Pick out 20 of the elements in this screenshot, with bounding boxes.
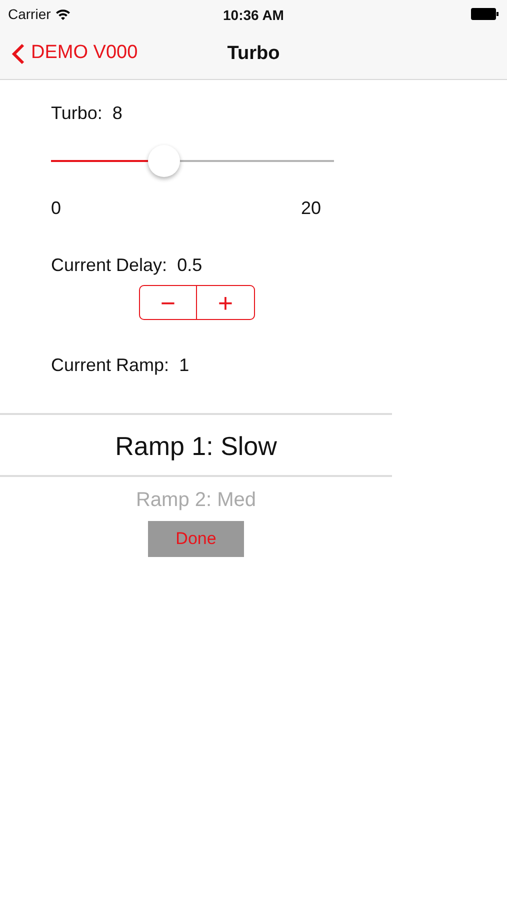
picker-option[interactable]: Ramp 2: Med bbox=[0, 477, 392, 515]
wifi-icon bbox=[54, 8, 71, 20]
delay-label: Current Delay: bbox=[51, 255, 168, 275]
delay-value: 0.5 bbox=[177, 255, 202, 275]
max-label: 20 bbox=[300, 197, 321, 220]
chevron-left-icon bbox=[12, 42, 25, 64]
ramp-label: Current Ramp: bbox=[51, 355, 170, 375]
back-button[interactable]: DEMO V000 bbox=[0, 28, 138, 79]
ramp-value: 1 bbox=[179, 355, 190, 375]
clock-time: 10:36 AM bbox=[223, 6, 284, 25]
screen-title: Turbo bbox=[227, 42, 280, 66]
min-label: 0 bbox=[51, 197, 62, 220]
carrier-label: Carrier bbox=[8, 4, 51, 24]
decrement-button[interactable]: − bbox=[139, 285, 197, 320]
slider-thumb[interactable] bbox=[148, 145, 180, 177]
battery-icon bbox=[471, 8, 499, 20]
increment-button[interactable]: + bbox=[197, 285, 255, 320]
turbo-label: Turbo: bbox=[51, 103, 102, 123]
turbo-value: 8 bbox=[112, 103, 122, 123]
picker-option[interactable]: Ramp 1: Slow bbox=[0, 413, 392, 477]
